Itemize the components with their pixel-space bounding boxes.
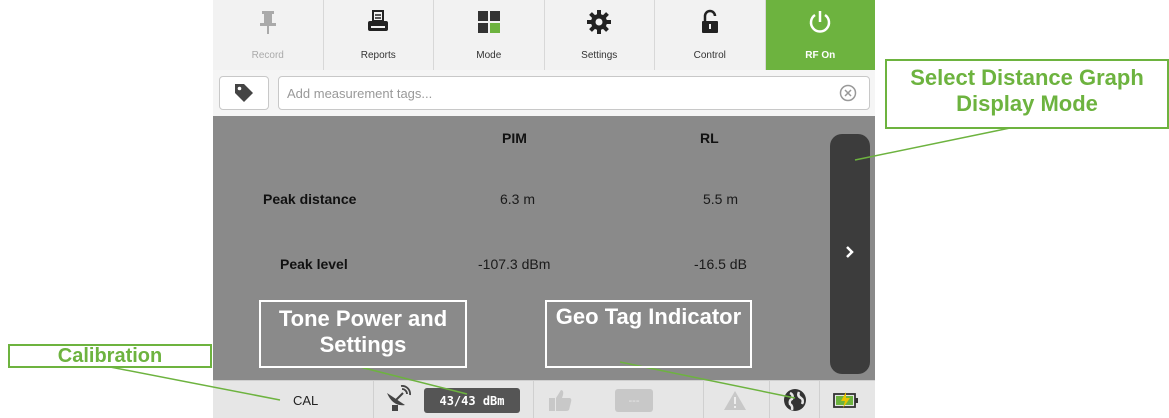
status-placeholder-badge: --- [615,389,653,412]
column-header-pim: PIM [502,130,527,146]
control-button[interactable]: Control [655,0,766,70]
peak-level-pim-value: -107.3 dBm [478,256,551,272]
reports-label: Reports [360,50,396,61]
status-divider [769,381,770,418]
peak-distance-rl-value: 5.5 m [703,191,739,207]
tag-input-placeholder: Add measurement tags... [287,86,433,101]
rf-on-button[interactable]: RF On [765,0,875,70]
status-divider [703,381,704,418]
thumbs-up-icon [549,390,572,411]
peak-level-rl-value: -16.5 dB [694,256,747,272]
status-divider [819,381,820,418]
status-divider [533,381,534,418]
callout-select-mode: Select Distance Graph Display Mode [885,59,1169,129]
mode-button[interactable]: Mode [434,0,545,70]
gear-icon [587,10,612,34]
settings-button[interactable]: Settings [545,0,655,70]
battery-charging-icon [833,392,858,408]
power-icon [810,11,831,33]
cal-indicator[interactable]: CAL [293,393,318,408]
record-button[interactable]: Record [213,0,324,70]
reports-button[interactable]: Reports [324,0,434,70]
tag-input[interactable]: Add measurement tags... [278,76,870,110]
tag-bar: Add measurement tags... [213,70,875,117]
main-toolbar: Record Reports Mode Settings Control RF … [213,0,875,71]
pin-icon [259,11,276,34]
peak-distance-pim-value: 6.3 m [500,191,536,207]
clear-icon[interactable] [839,84,857,102]
antenna-icon[interactable] [383,385,411,413]
warning-icon [724,391,746,410]
settings-label: Settings [581,50,618,61]
tag-icon [235,84,253,102]
graph-mode-scroll-button[interactable] [830,134,870,374]
chevron-right-icon [846,246,854,258]
record-label: Record [251,50,284,61]
status-bar: CAL 43/43 dBm --- [213,380,875,418]
row-label-peak-level: Peak level [280,256,348,272]
rf-on-label: RF On [805,50,836,61]
callout-geo-tag: Geo Tag Indicator [545,300,752,368]
grid-icon [477,11,500,33]
tone-power-readout[interactable]: 43/43 dBm [424,388,520,413]
status-divider [373,381,374,418]
globe-icon[interactable] [782,387,808,413]
tag-button[interactable] [219,76,269,110]
printer-icon [368,10,389,31]
control-label: Control [693,50,726,61]
callout-calibration: Calibration [8,344,212,368]
row-label-peak-distance: Peak distance [263,191,357,207]
unlock-icon [701,9,718,33]
mode-label: Mode [476,50,502,61]
column-header-rl: RL [700,130,719,146]
callout-tone-power: Tone Power and Settings [259,300,467,368]
